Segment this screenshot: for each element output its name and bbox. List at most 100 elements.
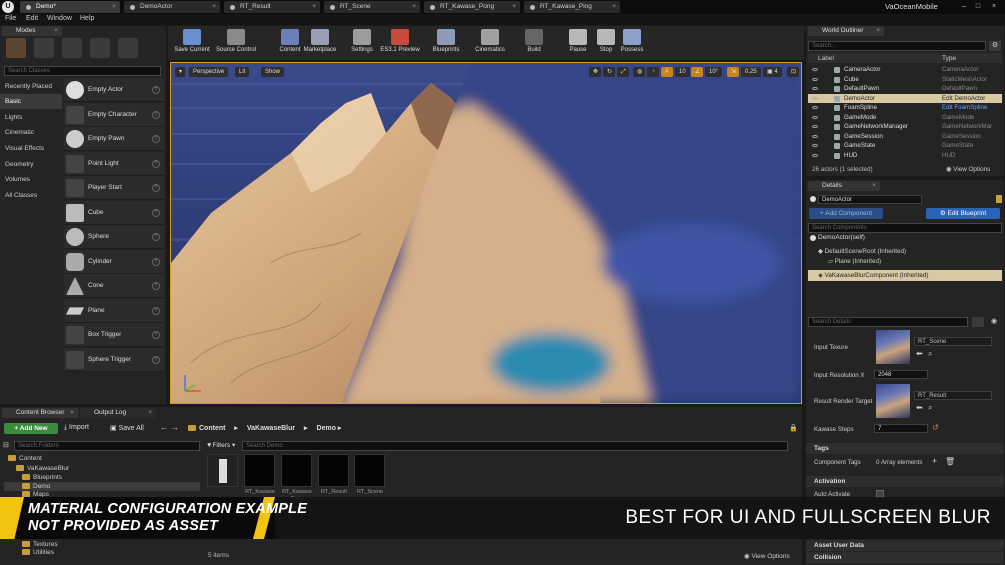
property-matrix-icon[interactable] — [972, 317, 984, 327]
category-geometry[interactable]: Geometry — [0, 157, 62, 172]
tab-demoactor[interactable]: DemoActor × — [124, 1, 220, 13]
asset-tile-material[interactable] — [207, 454, 238, 487]
help-icon[interactable]: ? — [152, 233, 160, 241]
tab-rt-result[interactable]: RT_Result × — [224, 1, 320, 13]
category-recently-placed[interactable]: Recently Placed — [0, 79, 62, 94]
asset-tile-rt-scene[interactable] — [354, 454, 385, 487]
col-type[interactable]: Type — [942, 55, 956, 62]
visibility-icon[interactable] — [812, 153, 818, 157]
input-resolution-field[interactable]: 2048 — [874, 370, 928, 379]
place-item-cylinder[interactable]: Cylinder? — [64, 250, 164, 274]
lock-icon[interactable] — [996, 195, 1002, 203]
unreal-logo-icon[interactable]: U — [2, 1, 14, 13]
outliner-settings-icon[interactable]: ⚙ — [989, 41, 1001, 51]
close-icon[interactable]: × — [412, 1, 416, 13]
place-mode-icon[interactable] — [6, 38, 26, 58]
outliner-row[interactable]: GameMode GameMode — [808, 113, 1002, 123]
outliner-row[interactable]: Cube StaticMeshActor — [808, 75, 1002, 85]
toolbar-preview-button[interactable]: ES3.1 Preview — [378, 28, 422, 58]
paint-mode-icon[interactable] — [34, 38, 54, 58]
search-components-input[interactable]: Search Components — [808, 223, 1002, 233]
help-icon[interactable]: ? — [152, 184, 160, 192]
visibility-icon[interactable] — [812, 87, 818, 90]
visibility-icon[interactable] — [812, 68, 818, 71]
outliner-row[interactable]: DemoActor Edit DemoActor — [808, 93, 1002, 103]
filters-button[interactable]: ▼Filters ▾ — [206, 441, 235, 449]
surface-snap-icon[interactable]: ⁘ — [647, 67, 659, 77]
category-basic[interactable]: Basic — [0, 94, 62, 109]
visibility-icon[interactable] — [812, 115, 818, 119]
save-all-button[interactable]: ▣ Save All — [110, 424, 144, 432]
scale-snap-icon[interactable]: ⇲ — [727, 67, 739, 77]
toolbar-marketplace-button[interactable]: Marketplace — [298, 28, 342, 58]
place-item-empty-actor[interactable]: Empty Actor? — [64, 78, 164, 102]
sources-toggle-icon[interactable]: ⊟ — [3, 441, 9, 449]
world-icon[interactable]: ◍ — [633, 67, 645, 77]
show-button[interactable]: Show — [261, 67, 285, 77]
forward-icon[interactable]: → — [171, 423, 179, 432]
close-icon[interactable]: × — [512, 1, 516, 13]
menu-help[interactable]: Help — [80, 15, 94, 22]
input-texture-combo[interactable]: RT_Scene — [914, 337, 992, 346]
use-selected-icon[interactable]: ⬅ — [916, 403, 923, 412]
outliner-row[interactable]: CameraActor CameraActor — [808, 65, 1002, 75]
search-details-input[interactable]: Search Details — [808, 317, 968, 327]
actor-name-input[interactable]: DemoActor — [818, 195, 922, 204]
breadcrumb-demo[interactable]: Demo — [317, 425, 336, 432]
search-assets-input[interactable]: Search Demo — [242, 441, 788, 451]
close-icon[interactable]: × — [54, 26, 58, 36]
grid-snap-icon[interactable]: # — [661, 67, 673, 77]
geometry-mode-icon[interactable] — [118, 38, 138, 58]
category-lights[interactable]: Lights — [0, 110, 62, 125]
translate-icon[interactable]: ✥ — [589, 67, 601, 77]
tab-content-browser[interactable]: Content Browser × — [2, 408, 78, 418]
help-icon[interactable]: ? — [152, 356, 160, 364]
outliner-row[interactable]: GameSession GameSession — [808, 132, 1002, 142]
help-icon[interactable]: ? — [152, 209, 160, 217]
help-icon[interactable]: ? — [152, 111, 160, 119]
foliage-mode-icon[interactable] — [90, 38, 110, 58]
tree-utilities[interactable]: Utilities — [22, 549, 54, 556]
component-default-scene-root[interactable]: ◆ DefaultSceneRoot (Inherited) — [818, 248, 906, 255]
import-button[interactable]: ⤓ Import — [64, 424, 89, 432]
close-icon[interactable]: × — [148, 408, 152, 418]
close-icon[interactable]: × — [212, 1, 216, 13]
kawase-steps-field[interactable]: 7 — [874, 424, 928, 433]
category-volumes[interactable]: Volumes — [0, 172, 62, 187]
asset-tile-rt-kawase-pong[interactable] — [281, 454, 312, 487]
tab-modes[interactable]: Modes × — [2, 26, 62, 36]
angle-snap-value[interactable]: 10° — [705, 67, 723, 77]
tab-rt-kawase-pong[interactable]: RT_Kawase_Pong × — [424, 1, 520, 13]
help-icon[interactable]: ? — [152, 258, 160, 266]
tab-output-log[interactable]: Output Log × — [80, 408, 156, 418]
tree-textures[interactable]: Textures — [22, 541, 58, 548]
level-viewport[interactable]: ▾ Perspective Lit Show ✥ ↻ ⤢ ◍ ⁘ # 10 ∠ … — [170, 62, 802, 404]
outliner-row[interactable]: GameState GameState — [808, 141, 1002, 151]
breadcrumb-content[interactable]: Content — [199, 425, 225, 432]
close-icon[interactable]: × — [872, 181, 876, 191]
search-classes-input[interactable]: Search Classes — [4, 66, 161, 76]
help-icon[interactable]: ? — [152, 282, 160, 290]
place-item-empty-pawn[interactable]: Empty Pawn? — [64, 127, 164, 151]
place-item-plane[interactable]: Plane? — [64, 299, 164, 323]
toolbar-cinematics-button[interactable]: Cinematics — [468, 28, 512, 58]
visibility-icon[interactable] — [812, 144, 818, 147]
perspective-button[interactable]: Perspective — [189, 67, 229, 77]
menu-edit[interactable]: Edit — [26, 15, 38, 22]
content-view-options[interactable]: ◉ View Options — [744, 552, 790, 560]
close-icon[interactable]: × — [612, 1, 616, 13]
outliner-search-input[interactable]: Search... — [808, 41, 986, 51]
visibility-icon[interactable] — [812, 134, 818, 138]
toolbar-source-control-button[interactable]: Source Control — [214, 28, 258, 58]
toolbar-blueprints-button[interactable]: Blueprints — [424, 28, 468, 58]
reset-icon[interactable]: ↺ — [932, 423, 939, 432]
landscape-mode-icon[interactable] — [62, 38, 82, 58]
add-tag-icon[interactable]: + — [932, 456, 937, 466]
maximize-viewport-icon[interactable]: ⊡ — [787, 67, 799, 77]
lit-button[interactable]: Lit — [235, 67, 250, 77]
camera-speed-button[interactable]: ▣ 4 — [763, 67, 782, 77]
help-icon[interactable]: ? — [152, 331, 160, 339]
category-all-classes[interactable]: All Classes — [0, 188, 62, 203]
place-item-empty-character[interactable]: Empty Character? — [64, 103, 164, 127]
place-item-player-start[interactable]: Player Start? — [64, 176, 164, 200]
